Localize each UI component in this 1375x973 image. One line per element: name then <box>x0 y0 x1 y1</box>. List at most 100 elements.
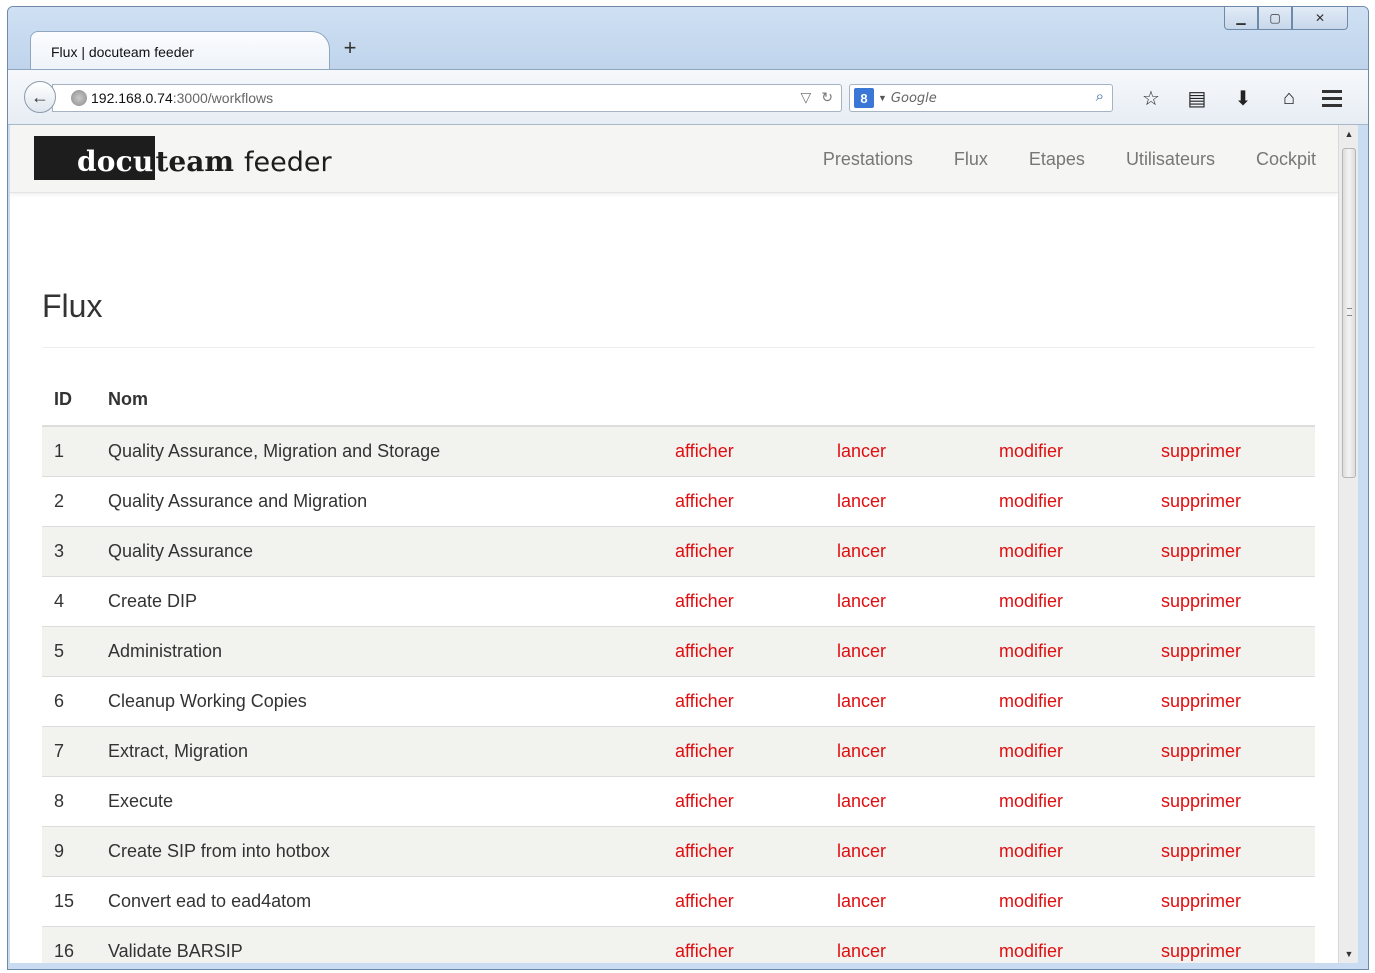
search-engine-icon[interactable]: 8 <box>854 88 874 108</box>
show-link[interactable]: afficher <box>675 491 734 511</box>
show-link[interactable]: afficher <box>675 591 734 611</box>
table-row: 2 Quality Assurance and Migration afficher… <box>42 475 1315 526</box>
navigation-toolbar: 192.168.0.74:3000/workflows ▽ ↻ ← 8 ▼ Go… <box>8 69 1368 125</box>
run-link[interactable]: lancer <box>837 941 886 961</box>
edit-link[interactable]: modifier <box>999 541 1063 561</box>
run-link[interactable]: lancer <box>837 741 886 761</box>
row-id: 2 <box>42 475 96 526</box>
edit-link[interactable]: modifier <box>999 641 1063 661</box>
run-link[interactable]: lancer <box>837 441 886 461</box>
run-link[interactable]: lancer <box>837 691 886 711</box>
main-content: Flux ID Nom 1 Quality Assurance, Migratio… <box>42 193 1315 963</box>
search-bar[interactable]: 8 ▼ Google ⌕ <box>849 84 1113 112</box>
menu-icon[interactable] <box>1312 84 1352 112</box>
scroll-up-icon[interactable]: ▲ <box>1339 125 1359 143</box>
delete-link[interactable]: supprimer <box>1161 791 1241 811</box>
back-icon[interactable]: ← <box>24 81 56 113</box>
edit-link[interactable]: modifier <box>999 441 1063 461</box>
edit-link[interactable]: modifier <box>999 841 1063 861</box>
row-name: Quality Assurance <box>96 525 663 576</box>
main-nav: Prestations Flux Etapes Utilisateurs Coc… <box>782 125 1316 193</box>
url-path: :3000/workflows <box>172 90 274 106</box>
show-link[interactable]: afficher <box>675 641 734 661</box>
run-link[interactable]: lancer <box>837 791 886 811</box>
delete-link[interactable]: supprimer <box>1161 641 1241 661</box>
row-id: 5 <box>42 625 96 676</box>
scroll-down-icon[interactable]: ▼ <box>1339 945 1359 963</box>
row-id: 6 <box>42 675 96 726</box>
row-name: Validate BARSIP <box>96 925 663 963</box>
edit-link[interactable]: modifier <box>999 791 1063 811</box>
row-name: Execute <box>96 775 663 826</box>
divider <box>42 347 1315 348</box>
delete-link[interactable]: supprimer <box>1161 841 1241 861</box>
edit-link[interactable]: modifier <box>999 891 1063 911</box>
app-navbar: docu team feeder Prestations Flux Etapes… <box>10 125 1338 193</box>
brand-logo[interactable]: docu team feeder <box>34 136 332 180</box>
show-link[interactable]: afficher <box>675 691 734 711</box>
dropdown-icon[interactable]: ▽ <box>800 89 811 106</box>
row-name: Create DIP <box>96 575 663 626</box>
edit-link[interactable]: modifier <box>999 741 1063 761</box>
row-name: Cleanup Working Copies <box>96 675 663 726</box>
row-name: Convert ead to ead4atom <box>96 875 663 926</box>
vertical-scrollbar[interactable]: ▲ ▼ <box>1338 125 1358 963</box>
delete-link[interactable]: supprimer <box>1161 691 1241 711</box>
row-name: Administration <box>96 625 663 676</box>
show-link[interactable]: afficher <box>675 941 734 961</box>
bookmark-star-icon[interactable]: ☆ <box>1128 84 1174 112</box>
column-header-id: ID <box>42 374 96 427</box>
show-link[interactable]: afficher <box>675 891 734 911</box>
show-link[interactable]: afficher <box>675 791 734 811</box>
new-tab-button[interactable]: + <box>340 37 360 59</box>
workflows-table: ID Nom 1 Quality Assurance, Migration and… <box>42 374 1315 963</box>
table-row: 1 Quality Assurance, Migration and Storag… <box>42 425 1315 476</box>
nav-etapes[interactable]: Etapes <box>1029 149 1085 170</box>
nav-cockpit[interactable]: Cockpit <box>1256 149 1316 170</box>
edit-link[interactable]: modifier <box>999 491 1063 511</box>
edit-link[interactable]: modifier <box>999 691 1063 711</box>
run-link[interactable]: lancer <box>837 841 886 861</box>
table-row: 16 Validate BARSIP afficher lancer modifier s… <box>42 925 1315 963</box>
delete-link[interactable]: supprimer <box>1161 891 1241 911</box>
show-link[interactable]: afficher <box>675 441 734 461</box>
run-link[interactable]: lancer <box>837 591 886 611</box>
row-name: Quality Assurance and Migration <box>96 475 663 526</box>
show-link[interactable]: afficher <box>675 741 734 761</box>
delete-link[interactable]: supprimer <box>1161 541 1241 561</box>
delete-link[interactable]: supprimer <box>1161 741 1241 761</box>
edit-link[interactable]: modifier <box>999 591 1063 611</box>
show-link[interactable]: afficher <box>675 541 734 561</box>
maximize-icon[interactable]: ▢ <box>1258 7 1292 30</box>
download-icon[interactable]: ⬇ <box>1220 84 1266 112</box>
edit-link[interactable]: modifier <box>999 941 1063 961</box>
nav-utilisateurs[interactable]: Utilisateurs <box>1126 149 1215 170</box>
run-link[interactable]: lancer <box>837 891 886 911</box>
delete-link[interactable]: supprimer <box>1161 441 1241 461</box>
address-bar[interactable]: 192.168.0.74:3000/workflows ▽ ↻ <box>52 84 842 112</box>
search-icon[interactable]: ⌕ <box>1096 88 1104 105</box>
run-link[interactable]: lancer <box>837 641 886 661</box>
globe-icon <box>71 90 87 106</box>
reading-list-icon[interactable]: ▤ <box>1174 84 1220 112</box>
run-link[interactable]: lancer <box>837 541 886 561</box>
table-row: 8 Execute afficher lancer modifier supprimer <box>42 775 1315 826</box>
home-icon[interactable]: ⌂ <box>1266 84 1312 112</box>
delete-link[interactable]: supprimer <box>1161 941 1241 961</box>
reload-icon[interactable]: ↻ <box>821 89 833 106</box>
search-input[interactable]: Google <box>891 91 937 106</box>
minimize-icon[interactable]: ▁ <box>1224 7 1258 30</box>
table-row: 15 Convert ead to ead4atom afficher lancer m… <box>42 875 1315 926</box>
nav-flux[interactable]: Flux <box>954 149 988 170</box>
brand-mid: team <box>155 145 234 178</box>
scrollbar-thumb[interactable] <box>1342 148 1356 478</box>
close-icon[interactable]: ✕ <box>1292 7 1348 30</box>
show-link[interactable]: afficher <box>675 841 734 861</box>
nav-prestations[interactable]: Prestations <box>823 149 913 170</box>
row-id: 1 <box>42 425 96 476</box>
delete-link[interactable]: supprimer <box>1161 591 1241 611</box>
run-link[interactable]: lancer <box>837 491 886 511</box>
browser-tab[interactable]: Flux | docuteam feeder <box>30 31 330 71</box>
chevron-down-icon[interactable]: ▼ <box>878 93 887 103</box>
delete-link[interactable]: supprimer <box>1161 491 1241 511</box>
